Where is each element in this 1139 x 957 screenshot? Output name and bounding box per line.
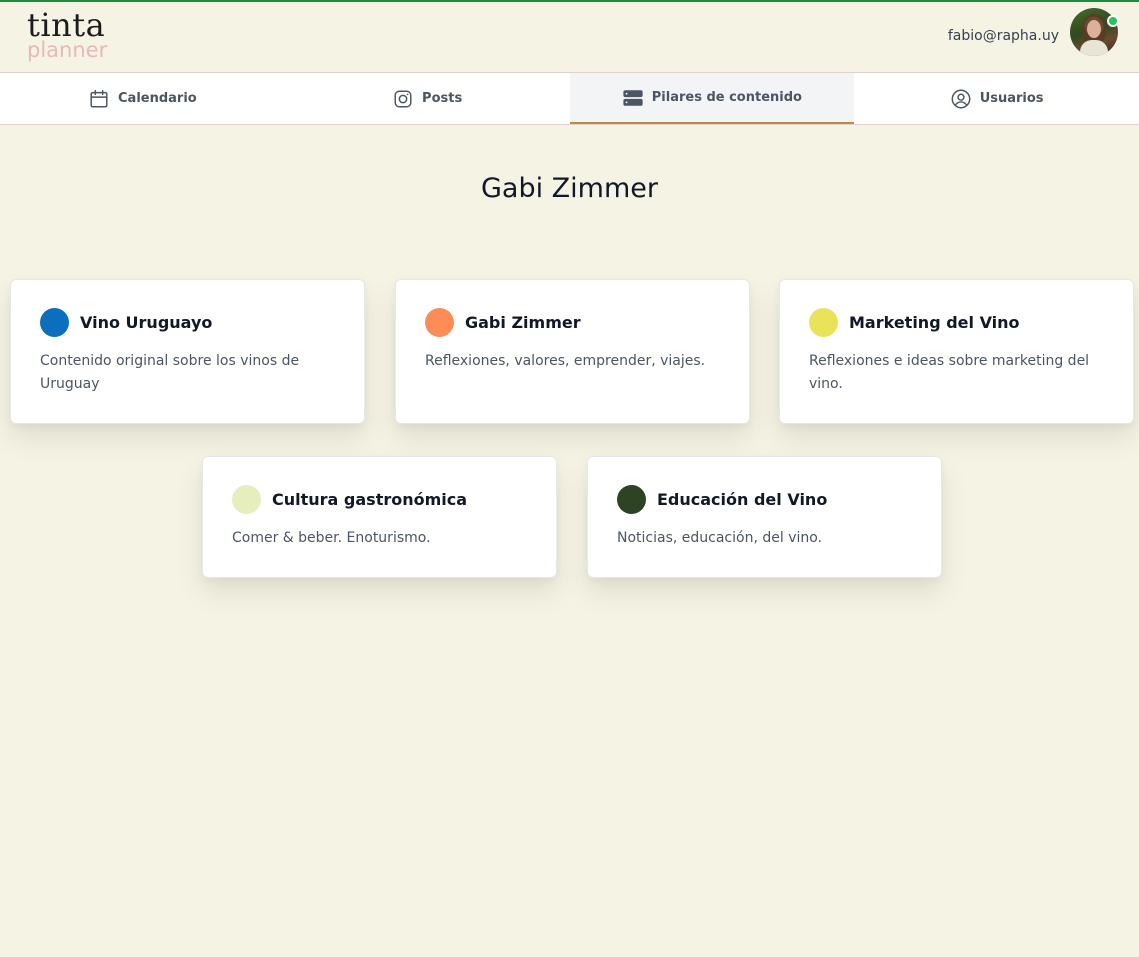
tab-calendario[interactable]: Calendario — [0, 73, 285, 124]
pillar-card[interactable]: Gabi Zimmer Reflexiones, valores, empren… — [395, 279, 750, 424]
user-circle-icon — [951, 89, 971, 108]
tab-label: Pilares de contenido — [651, 90, 802, 105]
tab-label: Posts — [422, 91, 463, 106]
app-header: tinta planner fabio@rapha.uy — [0, 2, 1139, 72]
pillar-card[interactable]: Marketing del Vino Reflexiones e ideas s… — [779, 279, 1134, 424]
tab-pilares-de-contenido[interactable]: Pilares de contenido — [569, 73, 855, 124]
pillar-title: Cultura gastronómica — [272, 490, 468, 509]
pillar-card[interactable]: Cultura gastronómica Comer & beber. Enot… — [202, 456, 557, 578]
main-nav-tabs: Calendario Posts Pilares de contenido Us… — [0, 72, 1139, 125]
pillar-card[interactable]: Vino Uruguayo Contenido original sobre l… — [10, 279, 365, 424]
user-email: fabio@rapha.uy — [947, 28, 1059, 44]
pillar-title: Vino Uruguayo — [80, 313, 213, 332]
brand-name-bottom: planner — [27, 38, 108, 62]
online-status-indicator — [1107, 15, 1119, 27]
pillar-card[interactable]: Educación del Vino Noticias, educación, … — [587, 456, 942, 578]
pillar-color-dot — [40, 308, 69, 337]
pillar-description: Reflexiones e ideas sobre marketing del … — [809, 353, 1090, 392]
brand-logo[interactable]: tinta planner — [27, 6, 108, 62]
pillar-description: Contenido original sobre los vinos de Ur… — [40, 353, 300, 392]
pillar-color-dot — [425, 308, 454, 337]
instagram-icon — [394, 89, 412, 108]
tab-label: Usuarios — [979, 91, 1044, 106]
calendar-icon — [90, 89, 108, 108]
pillar-color-dot — [809, 308, 838, 337]
tab-usuarios[interactable]: Usuarios — [854, 73, 1139, 124]
pillar-description: Reflexiones, valores, emprender, viajes. — [425, 353, 706, 369]
pillar-title: Marketing del Vino — [849, 313, 1020, 332]
pillar-description: Comer & beber. Enoturismo. — [232, 530, 431, 546]
server-icon — [623, 89, 643, 106]
tab-posts[interactable]: Posts — [285, 73, 570, 124]
page-title: Gabi Zimmer — [480, 173, 658, 204]
brand-name-top: tinta — [27, 6, 106, 44]
pillar-color-dot — [232, 485, 261, 514]
pillar-title: Gabi Zimmer — [465, 313, 581, 332]
pillar-description: Noticias, educación, del vino. — [617, 530, 823, 546]
tab-label: Calendario — [118, 91, 197, 106]
pillar-title: Educación del Vino — [657, 490, 828, 509]
pillar-color-dot — [617, 485, 646, 514]
